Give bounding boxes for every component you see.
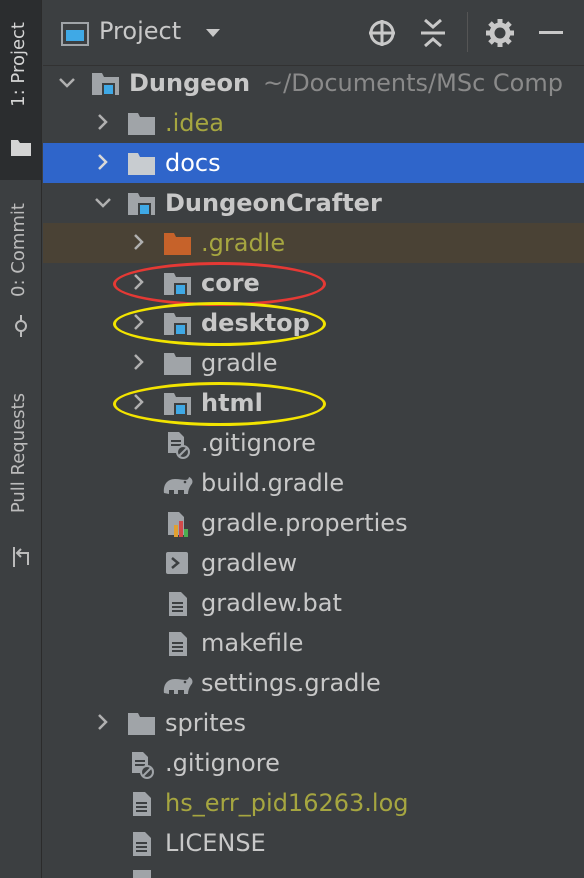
tree-label: .gitignore xyxy=(201,429,316,457)
tree-label: sprites xyxy=(165,709,246,737)
tree-label: docs xyxy=(165,149,221,177)
tree-label: gradle.properties xyxy=(201,509,408,537)
tree-node-docs[interactable]: docs xyxy=(43,143,584,183)
tree-node-gradlew[interactable]: gradlew xyxy=(43,543,584,583)
tree-label: .gitignore xyxy=(165,749,280,777)
folder-icon xyxy=(128,153,155,175)
tree-label: .idea xyxy=(165,109,225,137)
tree-node-dungeoncrafter[interactable]: DungeonCrafter xyxy=(43,183,584,223)
folder-icon xyxy=(128,113,155,135)
toolbar-divider xyxy=(467,12,468,52)
locate-icon[interactable] xyxy=(367,18,397,48)
ignored-file-icon xyxy=(168,432,190,459)
tree-label: LICENSE xyxy=(165,829,266,857)
minimize-icon[interactable] xyxy=(539,31,563,35)
tree-label: build.gradle xyxy=(201,469,345,497)
project-panel: Project Dungeon ~/Documents/MSc Comp .id… xyxy=(43,0,584,878)
tree-node-hs-err-log[interactable]: hs_err_pid16263.log xyxy=(43,783,584,823)
tree-label: DungeonCrafter xyxy=(165,189,382,217)
excluded-folder-icon xyxy=(164,233,191,255)
tree-label: Dungeon xyxy=(129,69,251,97)
tree-node-dungeon[interactable]: Dungeon ~/Documents/MSc Comp xyxy=(43,63,584,103)
chevron-collapsed-icon[interactable] xyxy=(129,223,149,263)
yellow-highlight-ellipse xyxy=(113,382,326,426)
tree-node-build-gradle[interactable]: build.gradle xyxy=(43,463,584,503)
chevron-collapsed-icon[interactable] xyxy=(93,103,113,143)
tree-node-gradlew-bat[interactable]: gradlew.bat xyxy=(43,583,584,623)
pull-request-icon xyxy=(13,547,29,567)
tree-label: settings.gradle xyxy=(201,669,381,697)
tree-node-sprites[interactable]: sprites xyxy=(43,703,584,743)
chevron-expanded-icon[interactable] xyxy=(93,183,113,223)
project-view-title[interactable]: Project xyxy=(99,17,181,45)
tree-node-settings-gradle[interactable]: settings.gradle xyxy=(43,663,584,703)
commit-tab-label: 0: Commit xyxy=(8,203,29,297)
tree-node-gradle-hidden[interactable]: .gradle xyxy=(43,223,584,263)
tree-node-idea[interactable]: .idea xyxy=(43,103,584,143)
tree-path-hint: ~/Documents/MSc Comp xyxy=(263,69,563,97)
pull-requests-tab-label: Pull Requests xyxy=(8,393,29,514)
project-view-icon xyxy=(61,22,89,46)
shell-script-icon xyxy=(166,552,188,574)
tree-label: hs_err_pid16263.log xyxy=(165,789,409,817)
text-file-icon xyxy=(133,832,151,856)
tree-label: .gradle xyxy=(201,229,286,257)
tree-node-gitignore[interactable]: .gitignore xyxy=(43,423,584,463)
tree-node-gradle[interactable]: gradle xyxy=(43,343,584,383)
chevron-collapsed-icon[interactable] xyxy=(129,343,149,383)
tree-label: makefile xyxy=(201,629,304,657)
gradle-elephant-icon xyxy=(163,477,193,494)
tree-node-makefile[interactable]: makefile xyxy=(43,623,584,663)
gradle-elephant-icon xyxy=(163,677,193,694)
chevron-expanded-icon[interactable] xyxy=(57,63,77,103)
collapse-all-icon[interactable] xyxy=(419,17,447,49)
folder-icon xyxy=(11,140,31,156)
text-file-icon xyxy=(133,792,151,816)
chevron-collapsed-icon[interactable] xyxy=(93,703,113,743)
project-toolbar: Project xyxy=(43,0,584,66)
ignored-file-icon xyxy=(132,752,154,779)
gear-icon[interactable] xyxy=(486,19,514,47)
red-highlight-ellipse xyxy=(113,262,326,306)
tree-node-license[interactable]: LICENSE xyxy=(43,823,584,863)
tree-node-gradle-properties[interactable]: gradle.properties xyxy=(43,503,584,543)
commit-tool-tab[interactable]: 0: Commit xyxy=(0,195,41,345)
chevron-collapsed-icon[interactable] xyxy=(93,143,113,183)
tree-label: gradle xyxy=(201,349,278,377)
yellow-highlight-ellipse xyxy=(113,302,326,346)
tree-label: gradlew.bat xyxy=(201,589,342,617)
text-file-icon xyxy=(133,870,151,878)
text-file-icon xyxy=(169,632,187,656)
tree-label: gradlew xyxy=(201,549,298,577)
project-tab-label: 1: Project xyxy=(8,22,29,107)
tool-window-strip: 1: Project 0: Commit Pull Requests xyxy=(0,0,42,878)
module-folder-icon xyxy=(92,73,119,96)
project-tool-tab[interactable]: 1: Project xyxy=(0,0,41,180)
text-file-icon xyxy=(169,592,187,616)
chevron-down-icon[interactable] xyxy=(205,27,221,39)
folder-icon xyxy=(128,713,155,735)
tree-node-gitignore-root[interactable]: .gitignore xyxy=(43,743,584,783)
pull-requests-tool-tab[interactable]: Pull Requests xyxy=(0,385,41,575)
module-folder-icon xyxy=(128,193,155,216)
commit-icon xyxy=(15,315,27,337)
tree-node-cut-off xyxy=(43,863,584,878)
folder-icon xyxy=(164,353,191,375)
properties-file-icon xyxy=(168,512,188,537)
